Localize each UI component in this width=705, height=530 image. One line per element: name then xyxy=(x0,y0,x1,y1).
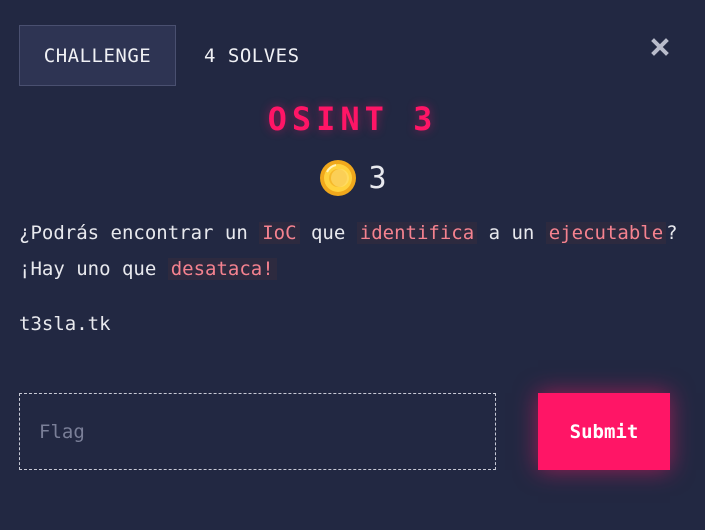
tab-challenge[interactable]: CHALLENGE xyxy=(19,25,176,86)
description-code: desataca! xyxy=(167,258,277,280)
coin-icon xyxy=(320,160,357,196)
tab-solves[interactable]: 4 SOLVES xyxy=(204,25,300,86)
description-code: identifica xyxy=(356,222,478,244)
flag-input[interactable] xyxy=(19,393,496,470)
close-button[interactable] xyxy=(648,35,672,59)
description-code: IoC xyxy=(259,222,300,244)
description-text: que xyxy=(299,222,357,244)
description-code: ejecutable xyxy=(545,222,667,244)
close-icon xyxy=(651,38,669,56)
points-value: 3 xyxy=(368,160,387,196)
challenge-description: ¿Podrás encontrar un IoC que identifica … xyxy=(19,215,679,287)
description-text: a un xyxy=(477,222,546,244)
challenge-title: OSINT 3 xyxy=(267,100,438,138)
submit-button[interactable]: Submit xyxy=(538,393,670,470)
description-text: ¿Podrás encontrar un xyxy=(19,222,260,244)
challenge-points: 3 xyxy=(0,158,705,198)
challenge-link[interactable]: t3sla.tk xyxy=(19,313,111,335)
